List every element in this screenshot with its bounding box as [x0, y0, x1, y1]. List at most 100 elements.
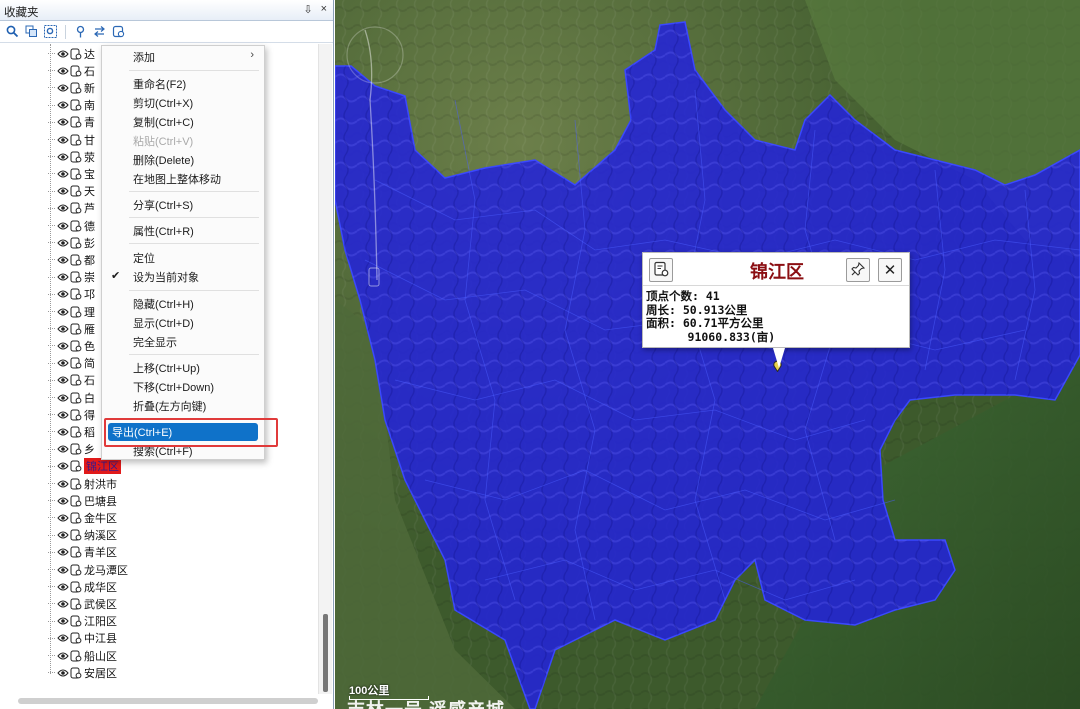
tree-item[interactable]: 乡 [48, 441, 95, 458]
tree-item[interactable]: 白 [48, 389, 95, 406]
visibility-eye-icon[interactable] [56, 443, 69, 456]
horizontal-scrollbar[interactable] [18, 698, 318, 704]
tree-item[interactable]: 南 [48, 97, 95, 114]
tree-item[interactable]: 宝 [48, 165, 95, 182]
tree-item[interactable]: 巴塘县 [48, 492, 117, 509]
copy-icon[interactable] [24, 24, 39, 39]
tree-item[interactable]: 甘 [48, 131, 95, 148]
tree-item[interactable]: 简 [48, 355, 95, 372]
visibility-eye-icon[interactable] [56, 511, 69, 524]
tree-item[interactable]: 射洪市 [48, 475, 117, 492]
visibility-eye-icon[interactable] [56, 460, 69, 473]
tree-item[interactable]: 彭 [48, 234, 95, 251]
visibility-eye-icon[interactable] [56, 494, 69, 507]
menu-item[interactable]: 显示(Ctrl+D) [102, 314, 264, 332]
visibility-eye-icon[interactable] [56, 408, 69, 421]
map-view[interactable]: 100公里 吉林一号 遥感产城 [335, 0, 1080, 709]
visibility-eye-icon[interactable] [56, 150, 69, 163]
tree-item[interactable]: 龙马潭区 [48, 561, 128, 578]
tree-item[interactable]: 中江县 [48, 630, 117, 647]
visibility-eye-icon[interactable] [56, 580, 69, 593]
tree-item[interactable]: 船山区 [48, 647, 117, 664]
visibility-eye-icon[interactable] [56, 47, 69, 60]
tree-item[interactable]: 邛 [48, 286, 95, 303]
menu-item[interactable]: 重命名(F2) [102, 75, 264, 93]
tree-item[interactable]: 金牛区 [48, 509, 117, 526]
visibility-eye-icon[interactable] [56, 116, 69, 129]
menu-item[interactable]: 复制(Ctrl+C) [102, 113, 264, 131]
tree-item[interactable]: 新 [48, 79, 95, 96]
menu-item[interactable]: 删除(Delete) [102, 151, 264, 169]
tree-item[interactable]: 理 [48, 303, 95, 320]
menu-item[interactable]: ✔ 设为当前对象 [102, 268, 264, 286]
tree-item[interactable]: 崇 [48, 269, 95, 286]
tree-item[interactable]: 纳溪区 [48, 527, 117, 544]
tree-item[interactable]: 石 [48, 62, 95, 79]
visibility-eye-icon[interactable] [56, 546, 69, 559]
popup-close-button[interactable]: ✕ [878, 258, 902, 282]
visibility-eye-icon[interactable] [56, 597, 69, 610]
tree-item[interactable]: 成华区 [48, 578, 117, 595]
swap-icon[interactable] [92, 24, 107, 39]
tree-item[interactable]: 武侯区 [48, 595, 117, 612]
menu-item[interactable]: 折叠(左方向键) [102, 397, 264, 415]
visibility-eye-icon[interactable] [56, 305, 69, 318]
tree-item[interactable]: 稻 [48, 423, 95, 440]
visibility-eye-icon[interactable] [56, 391, 69, 404]
popup-pin-button[interactable] [846, 258, 870, 282]
visibility-eye-icon[interactable] [56, 81, 69, 94]
menu-item[interactable]: 隐藏(Ctrl+H) [102, 295, 264, 313]
scrollbar-thumb[interactable] [323, 614, 328, 692]
visibility-eye-icon[interactable] [56, 615, 69, 628]
visibility-eye-icon[interactable] [56, 99, 69, 112]
menu-item[interactable]: 完全显示 [102, 333, 264, 351]
pin-icon[interactable] [73, 24, 88, 39]
vertical-scrollbar[interactable] [318, 44, 332, 694]
visibility-eye-icon[interactable] [56, 219, 69, 232]
visibility-eye-icon[interactable] [56, 322, 69, 335]
tree-item[interactable]: 锦江区 [48, 458, 121, 475]
visibility-eye-icon[interactable] [56, 529, 69, 542]
visibility-eye-icon[interactable] [56, 202, 69, 215]
menu-item[interactable]: 上移(Ctrl+Up) [102, 359, 264, 377]
tree-item[interactable]: 色 [48, 337, 95, 354]
visibility-eye-icon[interactable] [56, 236, 69, 249]
visibility-eye-icon[interactable] [56, 649, 69, 662]
tree-item[interactable]: 青 [48, 114, 95, 131]
menu-item[interactable]: 分享(Ctrl+S) [102, 196, 264, 214]
visibility-eye-icon[interactable] [56, 374, 69, 387]
tree-item[interactable]: 雁 [48, 320, 95, 337]
pin-panel-button[interactable]: ⇩ [303, 3, 312, 16]
tree-item[interactable]: 江阳区 [48, 613, 117, 630]
visibility-eye-icon[interactable] [56, 477, 69, 490]
tree-item[interactable]: 天 [48, 183, 95, 200]
tree-item[interactable]: 芦 [48, 200, 95, 217]
tree-item[interactable]: 都 [48, 251, 95, 268]
visibility-eye-icon[interactable] [56, 64, 69, 77]
tree-item[interactable]: 安居区 [48, 664, 117, 681]
visibility-eye-icon[interactable] [56, 563, 69, 576]
tree-item[interactable]: 德 [48, 217, 95, 234]
tree-item[interactable]: 石 [48, 372, 95, 389]
menu-item[interactable]: 添加 › [102, 48, 264, 66]
menu-item[interactable]: 属性(Ctrl+R) [102, 222, 264, 240]
visibility-eye-icon[interactable] [56, 357, 69, 370]
close-panel-button[interactable]: × [321, 3, 327, 16]
layer-icon[interactable] [111, 24, 126, 39]
tree-item[interactable]: 得 [48, 406, 95, 423]
menu-item[interactable]: 在地图上整体移动 [102, 170, 264, 188]
visibility-eye-icon[interactable] [56, 167, 69, 180]
tree-item[interactable]: 达 [48, 45, 95, 62]
visibility-eye-icon[interactable] [56, 253, 69, 266]
menu-item[interactable]: 定位 [102, 249, 264, 267]
zoom-select-icon[interactable] [43, 24, 58, 39]
menu-item[interactable]: 剪切(Ctrl+X) [102, 94, 264, 112]
visibility-eye-icon[interactable] [56, 632, 69, 645]
visibility-eye-icon[interactable] [56, 185, 69, 198]
menu-item[interactable]: 下移(Ctrl+Down) [102, 378, 264, 396]
tree-item[interactable]: 青羊区 [48, 544, 117, 561]
visibility-eye-icon[interactable] [56, 133, 69, 146]
visibility-eye-icon[interactable] [56, 425, 69, 438]
visibility-eye-icon[interactable] [56, 288, 69, 301]
tree-item[interactable]: 荥 [48, 148, 95, 165]
